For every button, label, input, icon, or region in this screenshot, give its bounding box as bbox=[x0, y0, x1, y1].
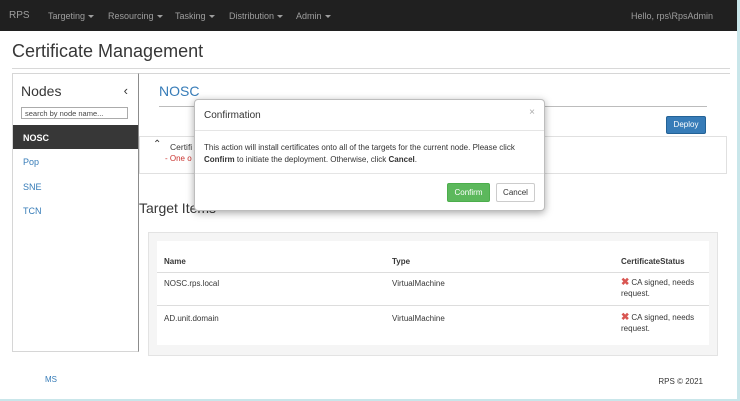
message-text: to initiate the deployment. Otherwise, c… bbox=[234, 155, 389, 164]
message-confirm-word: Confirm bbox=[204, 155, 235, 164]
cancel-button[interactable]: Cancel bbox=[496, 183, 535, 202]
dialog-divider bbox=[195, 130, 544, 131]
dialog-message: This action will install certificates on… bbox=[204, 142, 534, 166]
confirmation-dialog: Confirmation × This action will install … bbox=[194, 99, 545, 211]
close-icon[interactable]: × bbox=[529, 107, 535, 118]
dialog-divider bbox=[195, 173, 544, 174]
message-text: . bbox=[414, 155, 417, 164]
message-cancel-word: Cancel bbox=[388, 155, 415, 164]
confirm-button[interactable]: Confirm bbox=[447, 183, 490, 202]
message-text: This action will install certificates on… bbox=[204, 143, 515, 152]
dialog-title: Confirmation bbox=[204, 110, 261, 121]
